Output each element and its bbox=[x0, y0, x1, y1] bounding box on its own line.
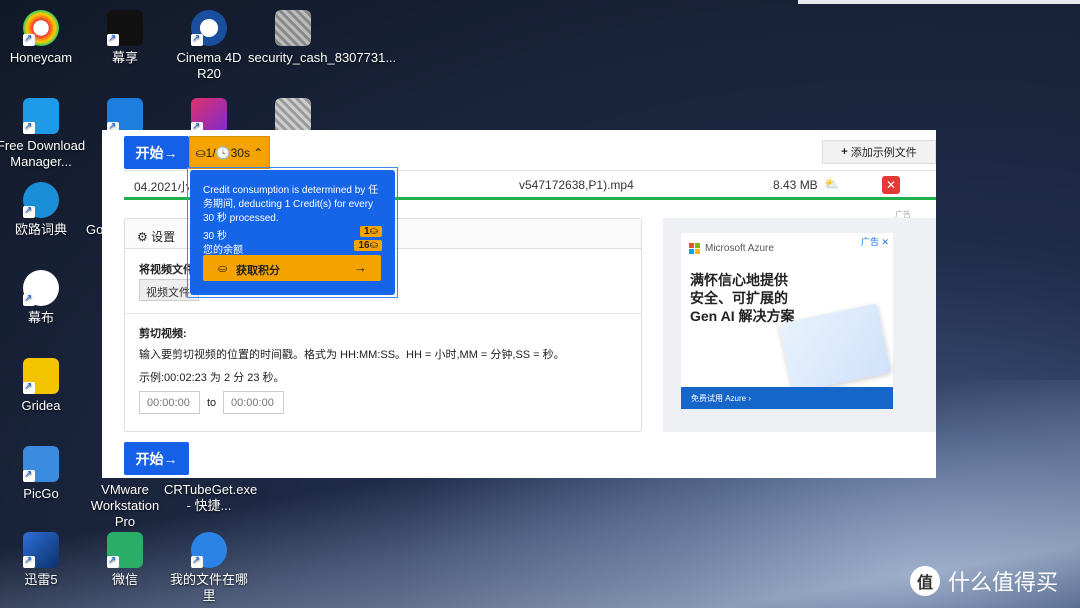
desktop-icon-label: CRTubeGet.exe - 快捷... bbox=[164, 482, 258, 513]
desktop-icon-crtubeget[interactable]: CRTubeGet.exe - 快捷... bbox=[164, 482, 258, 514]
desktop-icon-eudic[interactable]: 欧路词典 bbox=[0, 182, 86, 238]
desktop-icon-label: Free Download Manager... bbox=[0, 138, 86, 169]
desktop-icon-label: 微信 bbox=[111, 572, 138, 587]
desktop-icon-myfiles[interactable]: 我的文件在哪里 bbox=[164, 532, 254, 604]
desktop-icon-label: 欧路词典 bbox=[14, 222, 67, 237]
ad-cta-button[interactable]: 免费试用 Azure › bbox=[681, 387, 893, 409]
desktop-icon-security-cash[interactable]: security_cash_8307731... bbox=[248, 10, 397, 66]
cloud-icon bbox=[191, 532, 227, 569]
plus-icon: + bbox=[841, 146, 848, 158]
add-example-label: 添加示例文件 bbox=[850, 147, 917, 159]
desktop-icon-wechat[interactable]: 微信 bbox=[80, 532, 170, 588]
desktop-icon-fdm[interactable]: Free Download Manager... bbox=[0, 98, 86, 170]
get-credits-button[interactable]: ⛀ 获取积分 → bbox=[203, 255, 381, 281]
desktop-icon-honeycam[interactable]: Honeycam bbox=[0, 10, 86, 66]
gridea-icon bbox=[23, 358, 59, 395]
download-manager-icon bbox=[23, 98, 59, 135]
microsoft-logo-icon bbox=[689, 243, 700, 254]
desktop-icon-muxiang[interactable]: 幕享 bbox=[80, 10, 170, 66]
file-size: 8.43 MB bbox=[773, 178, 818, 192]
desktop-icon-label: 幕布 bbox=[27, 310, 54, 325]
desktop-icon-gridea[interactable]: Gridea bbox=[0, 358, 86, 414]
credit-tooltip: Credit consumption is determined by 任务期间… bbox=[190, 170, 395, 295]
add-example-file-button[interactable]: + 添加示例文件 bbox=[822, 140, 936, 164]
convert-label: 将视频文件 bbox=[139, 264, 194, 276]
divider bbox=[125, 313, 641, 314]
desktop-icon-mubu[interactable]: 幕布 bbox=[0, 270, 86, 326]
ad-headline: 满怀信心地提供安全、可扩展的 Gen AI 解决方案 bbox=[690, 272, 795, 324]
desktop-icon-c4d[interactable]: Cinema 4D R20 bbox=[164, 10, 254, 82]
desktop-icon-label: 迅雷5 bbox=[24, 572, 58, 587]
brand-text: 什么值得买 bbox=[948, 570, 1059, 595]
brand-logo-icon: 值 bbox=[910, 566, 940, 596]
delete-file-button[interactable]: ✕ bbox=[882, 176, 900, 194]
picgo-icon bbox=[23, 446, 59, 483]
gear-icon: ⚙ bbox=[137, 230, 148, 244]
star-app-icon bbox=[107, 98, 143, 135]
credit-message: Credit consumption is determined by 任务期间… bbox=[203, 185, 379, 224]
desktop-icon-label: Cinema 4D R20 bbox=[176, 50, 242, 81]
file-thumbnail-icon bbox=[275, 10, 311, 46]
coin-icon: ⛀ bbox=[218, 263, 228, 275]
desktop-icon-label: VMware Workstation Pro bbox=[90, 482, 160, 529]
mubu-icon bbox=[23, 270, 59, 307]
xunlei-icon bbox=[23, 532, 59, 569]
cut-video-title: 剪切视频: bbox=[139, 328, 187, 340]
ad-brand: Microsoft Azure bbox=[705, 243, 774, 254]
balance-row: 您的余额 16⛀ bbox=[203, 240, 382, 256]
desktop-icon-label: Gridea bbox=[21, 398, 61, 413]
cut-video-example: 示例:00:02:23 为 2 分 23 秒。 bbox=[139, 372, 285, 384]
window-edge bbox=[798, 0, 1080, 4]
start-button-bottom[interactable]: 开始→ bbox=[124, 442, 189, 475]
muxiang-icon bbox=[107, 10, 143, 47]
start-button-top[interactable]: 开始→ bbox=[124, 136, 189, 169]
end-time-input[interactable] bbox=[223, 391, 284, 414]
desktop-icon-xunlei[interactable]: 迅雷5 bbox=[0, 532, 86, 588]
desktop-icon-label: security_cash_8307731... bbox=[248, 50, 397, 65]
cost-badge: 1⛀ bbox=[360, 226, 382, 237]
desktop-icon-picgo[interactable]: PicGo bbox=[0, 446, 86, 502]
play-app-icon bbox=[191, 98, 227, 135]
file-name-tail: v547172638,P1).mp4 bbox=[519, 178, 634, 192]
desktop-icon-label: 我的文件在哪里 bbox=[169, 572, 248, 603]
desktop-icon-vmware[interactable]: VMware Workstation Pro bbox=[80, 482, 170, 530]
wechat-icon bbox=[107, 532, 143, 569]
desktop-icon-label: 幕享 bbox=[111, 50, 138, 65]
desktop-icon-label: PicGo bbox=[23, 486, 59, 501]
ad-close-label[interactable]: 广告 ✕ bbox=[861, 235, 889, 248]
eudic-icon bbox=[23, 182, 59, 219]
get-credits-label: 获取积分 bbox=[236, 265, 280, 277]
cinema4d-icon bbox=[191, 10, 227, 47]
azure-ad[interactable]: Microsoft Azure 广告 ✕ 满怀信心地提供安全、可扩展的 Gen … bbox=[681, 233, 893, 409]
settings-title: 设置 bbox=[151, 230, 176, 244]
honeycam-icon bbox=[23, 10, 59, 47]
credit-dropdown-button[interactable]: ⛀1/🕓30s ⌃ bbox=[189, 136, 270, 169]
balance-badge: 16⛀ bbox=[354, 240, 382, 251]
arrow-right-icon: → bbox=[354, 260, 367, 275]
watermark-brand: 值 什么值得买 bbox=[910, 565, 1058, 597]
cut-video-description: 输入要剪切视频的位置的时间戳。格式为 HH:MM:SS。HH = 小时,MM =… bbox=[139, 349, 565, 361]
cloud-download-icon[interactable]: ⛅ bbox=[824, 177, 839, 191]
file-thumbnail-icon bbox=[275, 98, 311, 134]
desktop-icon-label: Honeycam bbox=[9, 50, 73, 65]
start-time-input[interactable] bbox=[139, 391, 200, 414]
to-label: to bbox=[207, 397, 217, 409]
